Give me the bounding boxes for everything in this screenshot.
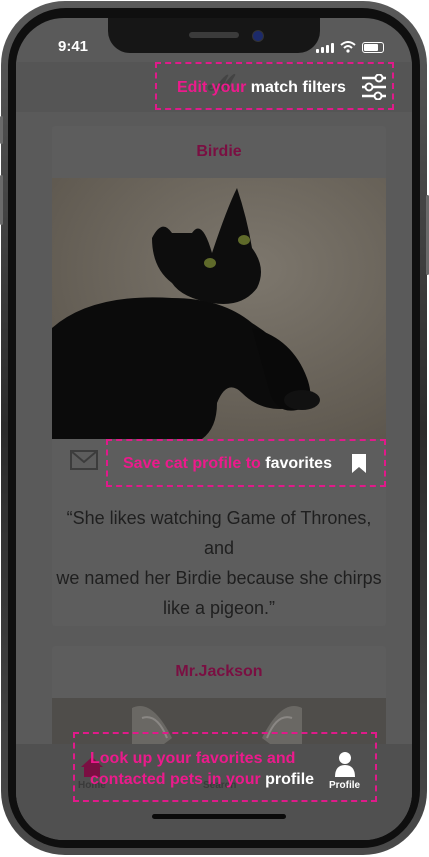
- signal-icon: [316, 43, 334, 53]
- filters-callout-text: Edit your match filters: [177, 79, 346, 97]
- callout-pink-text: Look up your favorites and: [90, 750, 296, 767]
- status-icons: [316, 41, 384, 53]
- sliders-icon[interactable]: [360, 74, 388, 100]
- quote-line: like a pigeon.”: [162, 598, 276, 618]
- cat-name: Birdie: [196, 143, 242, 160]
- cat-name: Mr.Jackson: [175, 663, 263, 680]
- bookmark-icon[interactable]: [351, 453, 367, 474]
- black-cat-image: [52, 178, 386, 439]
- favorites-callout-text: Save cat profile to favorites: [123, 455, 332, 473]
- speaker: [189, 32, 239, 38]
- callout-pink-text: contacted pets in your: [90, 771, 261, 788]
- battery-icon: [362, 42, 384, 53]
- quote-line: we named her Birdie because she chirps: [56, 568, 382, 588]
- side-button-left: [0, 116, 3, 144]
- quote-line: “She likes watching Game of Thrones, and: [66, 508, 372, 558]
- camera: [252, 30, 264, 42]
- mail-icon[interactable]: [70, 450, 98, 470]
- notch: [108, 18, 320, 53]
- cat-card[interactable]: Birdie “She likes watching Game of Thron…: [52, 126, 386, 626]
- home-indicator[interactable]: [152, 814, 286, 819]
- side-button-left-2: [0, 175, 3, 225]
- status-time: 9:41: [58, 38, 89, 55]
- cat-quote: “She likes watching Game of Thrones, and…: [52, 503, 386, 623]
- callout-pink-text: Edit your: [177, 79, 247, 96]
- callout-white-text: match filters: [250, 79, 346, 96]
- wifi-icon: [340, 41, 356, 53]
- callout-white-text: favorites: [265, 455, 332, 472]
- phone-screen: 9:41 𝓜 Birdie “She likes watching Game o…: [16, 18, 412, 840]
- profile-callout-text: Look up your favorites and contacted pet…: [90, 748, 314, 790]
- callout-white-text: profile: [265, 771, 315, 788]
- cat-photo[interactable]: [52, 178, 386, 439]
- callout-pink-text: Save cat profile to: [123, 455, 261, 472]
